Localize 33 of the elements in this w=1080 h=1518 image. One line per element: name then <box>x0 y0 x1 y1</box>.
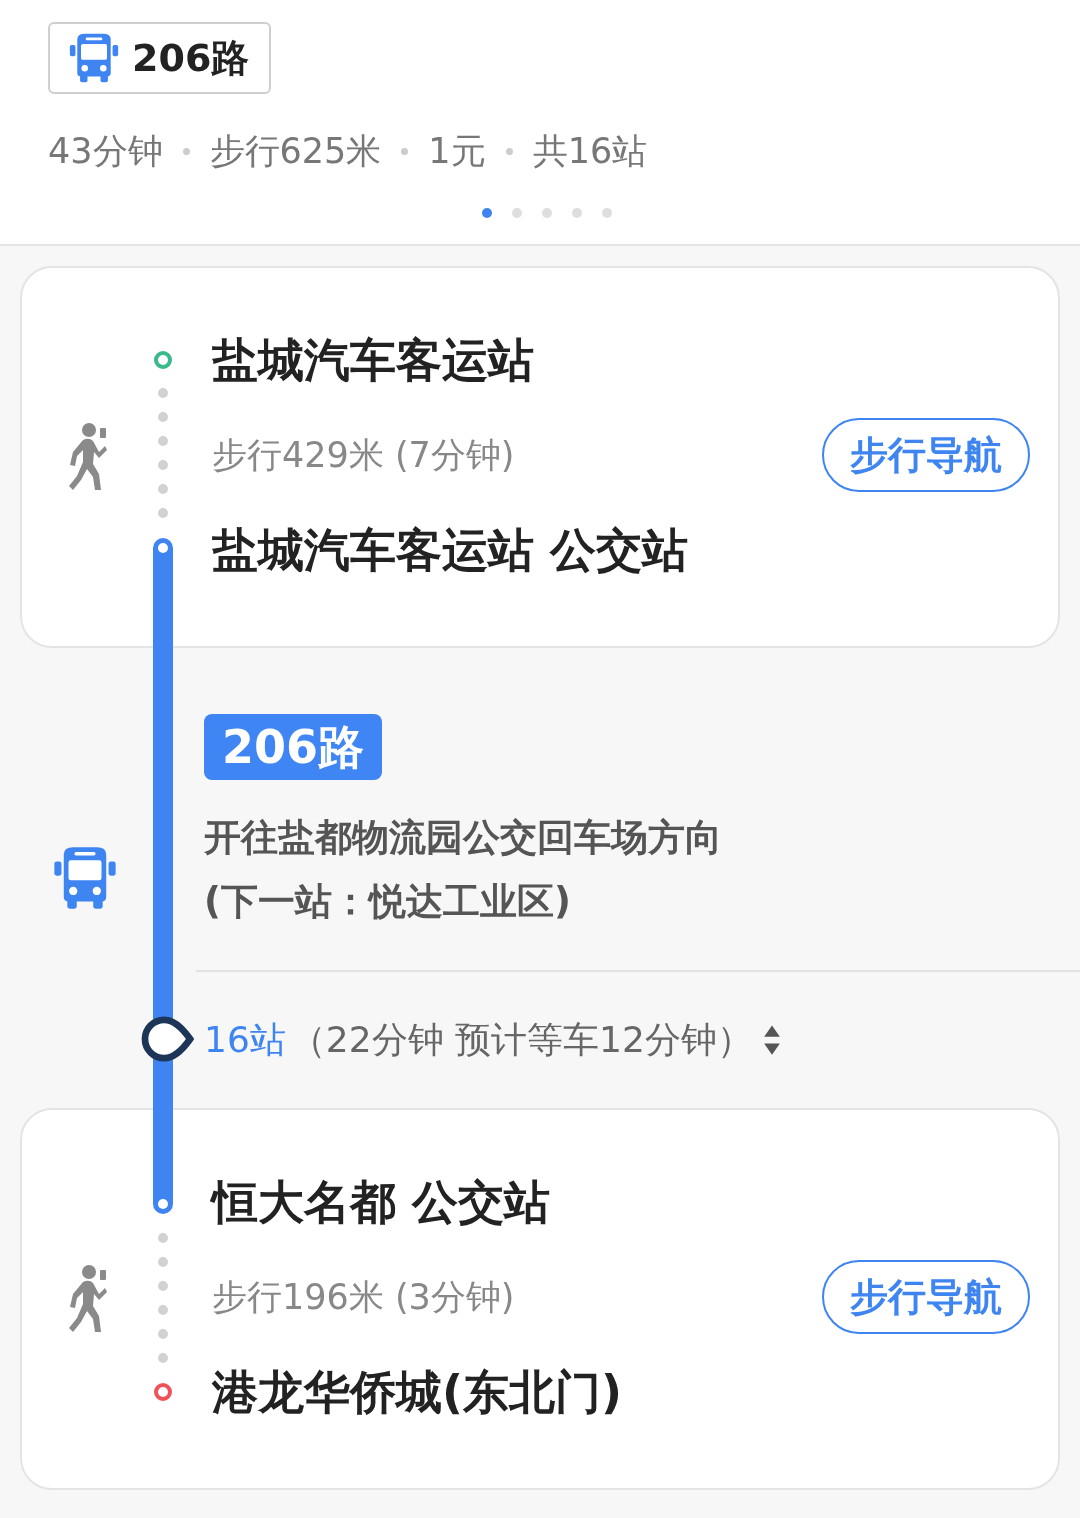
page-dot[interactable] <box>542 208 552 218</box>
page-dot[interactable] <box>572 208 582 218</box>
station-name: 盐城汽车客运站 <box>212 332 535 389</box>
summary-text: 共16站 <box>532 129 648 173</box>
separator-dot <box>182 147 190 155</box>
separator-dot <box>505 147 513 155</box>
station-name: 港龙华侨城(东北门) <box>212 1364 624 1421</box>
page-dot[interactable] <box>602 208 612 218</box>
summary-text: 步行625米 <box>209 129 382 173</box>
bus-icon <box>51 845 118 911</box>
walking-person-icon <box>66 422 107 492</box>
page-dot[interactable] <box>482 208 492 218</box>
stops-toggle[interactable]: 16站（22分钟 预计等车12分钟） <box>204 1005 1080 1075</box>
stop-count: 16站 <box>204 1017 286 1062</box>
walk-distance: 步行196米 (3分钟) <box>212 1275 515 1319</box>
destination-marker <box>154 1383 172 1401</box>
origin-marker <box>154 351 172 369</box>
walking-person-icon <box>66 1264 107 1334</box>
walk-navigation-button[interactable]: 步行导航 <box>822 1260 1030 1334</box>
page-dot[interactable] <box>512 208 522 218</box>
station-name: 盐城汽车客运站 公交站 <box>212 522 689 579</box>
summary-text: 1元 <box>428 129 486 173</box>
ride-duration: （22分钟 预计等车12分钟） <box>289 1017 753 1062</box>
summary-text: 43分钟 <box>48 129 163 173</box>
bus-line-badge: 206路 <box>204 714 383 780</box>
next-stop-text: (下一站：悦达工业区) <box>204 879 572 925</box>
separator-dot <box>401 147 409 155</box>
bus-icon <box>68 32 120 84</box>
station-name: 恒大名都 公交站 <box>212 1174 551 1231</box>
walk-distance: 步行429米 (7分钟) <box>212 433 515 477</box>
walk-navigation-button[interactable]: 步行导航 <box>822 418 1030 492</box>
direction-text: 开往盐都物流园公交回车场方向 <box>204 815 723 861</box>
route-chip[interactable]: 206路 <box>48 22 272 94</box>
